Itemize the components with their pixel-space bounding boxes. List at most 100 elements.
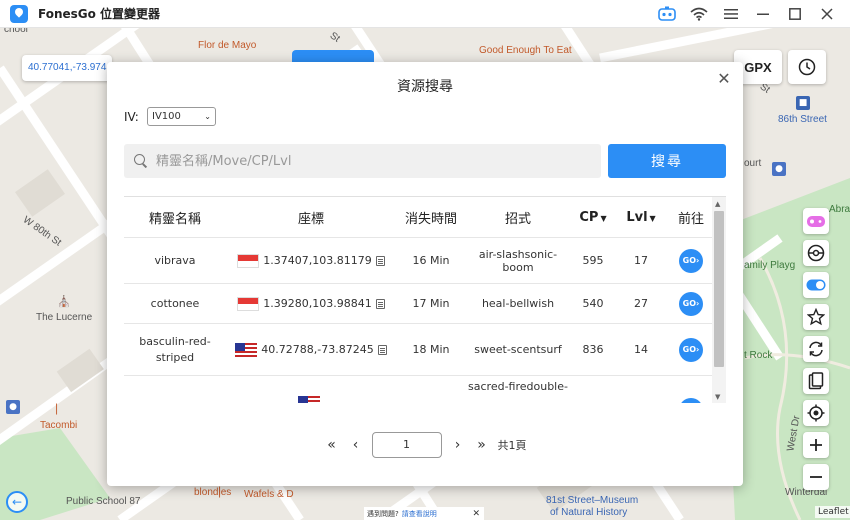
zoom-in-button[interactable]	[803, 432, 829, 458]
go-label: GO	[682, 299, 697, 308]
chevron-down-icon: ⌄	[204, 112, 211, 121]
col-header-cp[interactable]: CP ▼	[570, 210, 616, 225]
plus-icon	[810, 439, 822, 451]
go-button[interactable]: GO ›	[679, 337, 703, 362]
last-page-icon[interactable]: »	[474, 437, 490, 453]
map-label-flor-de-mayo: Flor de Mayo	[198, 40, 257, 51]
row-name: vibrava	[154, 254, 196, 267]
pokeball-button[interactable]	[803, 240, 829, 266]
map-label-museum-line1: 81st Street–Museum	[546, 495, 639, 506]
building-icon: ⛪	[57, 295, 71, 308]
back-button[interactable]: ←	[6, 491, 28, 513]
search-input[interactable]	[156, 153, 586, 169]
go-button[interactable]: GO ›	[679, 248, 703, 273]
go-label: GO	[682, 256, 697, 265]
scroll-up-icon[interactable]: ▲	[715, 200, 720, 208]
help-hint-link[interactable]: 請查看說明	[402, 509, 437, 519]
bike-station-icon: ●	[6, 400, 20, 414]
table-row: vibrava 1.37407,103.81179 16 Min air-sla…	[124, 237, 712, 283]
map-label-the-lucerne: The Lucerne	[36, 312, 93, 323]
map-label-family-play: amily Playg	[744, 260, 796, 271]
row-coord: 1.37407,103.81179	[263, 254, 372, 267]
scroll-down-icon[interactable]: ▼	[715, 393, 720, 401]
row-cp: 540	[582, 297, 604, 310]
row-name: basculin-red-striped	[139, 334, 211, 364]
restaurant-icon-2: ❘	[215, 485, 225, 498]
flag-us-icon	[235, 342, 258, 357]
col-header-cp-label: CP	[579, 209, 599, 225]
favorite-button[interactable]	[803, 304, 829, 330]
bike-station-icon-2: ●	[772, 162, 786, 176]
table-scrollbar[interactable]: ▲ ▼	[712, 197, 726, 403]
page-total: 共1頁	[497, 439, 527, 452]
leaflet-attribution[interactable]: Leaflet	[815, 506, 850, 518]
sort-down-icon: ▼	[649, 213, 656, 223]
row-move: sweet-scentsurf	[474, 343, 562, 356]
resource-search-dialog: 資源搜尋 ✕ IV: IV100 ⌄ 搜尋 精靈名稱 座標 消失時間 招式 CP…	[107, 62, 743, 486]
gamepad-icon[interactable]	[658, 5, 676, 23]
go-label: GO	[682, 345, 697, 354]
hint-close-icon[interactable]: ✕	[472, 509, 480, 519]
search-button[interactable]: 搜尋	[608, 144, 726, 178]
iv-label: IV:	[124, 110, 139, 124]
col-header-lvl[interactable]: Lvl ▼	[616, 210, 666, 225]
pagination: « ‹ 1 › » 共1頁	[107, 432, 743, 458]
row-lvl: 14	[634, 343, 648, 356]
page-input[interactable]: 1	[371, 432, 442, 458]
row-move: sacred-firedouble-	[468, 380, 568, 393]
sort-down-icon: ▼	[600, 213, 607, 223]
wifi-icon[interactable]	[690, 5, 708, 23]
restaurant-icon: ❘	[52, 402, 62, 415]
flag-sg-icon	[237, 253, 260, 268]
locate-button[interactable]	[803, 400, 829, 426]
refresh-button[interactable]	[803, 336, 829, 362]
menu-icon[interactable]	[722, 5, 740, 23]
toggle-icon	[806, 279, 826, 291]
row-time: 18 Min	[412, 343, 450, 356]
search-icon	[134, 154, 148, 168]
coordinate-input[interactable]: 40.77041,-73.974	[22, 55, 112, 81]
row-move: heal-bellwish	[481, 297, 555, 310]
joystick-button[interactable]	[803, 208, 829, 234]
zoom-out-button[interactable]	[803, 464, 829, 490]
dialog-close-icon[interactable]: ✕	[715, 70, 733, 88]
table-row: basculin-red-striped 40.72788,-73.87245 …	[124, 323, 712, 375]
col-header-go: 前往	[677, 211, 704, 227]
prev-page-icon[interactable]: ‹	[348, 437, 364, 453]
row-cp: 595	[582, 254, 604, 267]
col-header-lvl-label: Lvl	[626, 209, 648, 225]
iv-select[interactable]: IV100 ⌄	[147, 107, 216, 126]
maximize-icon[interactable]	[786, 5, 804, 23]
arrow-left-icon: ←	[11, 495, 23, 509]
copy-icon[interactable]	[375, 298, 385, 309]
map-label-rock: t Rock	[744, 350, 773, 361]
map-label-86th-street: 86th Street	[778, 114, 827, 125]
toggle-button[interactable]	[803, 272, 829, 298]
crosshair-icon	[807, 404, 825, 422]
search-box	[124, 144, 601, 178]
row-coord-cell	[226, 384, 396, 403]
row-move: air-slashsonic-boom	[478, 247, 558, 274]
refresh-icon	[809, 341, 823, 357]
close-icon[interactable]	[818, 5, 836, 23]
scroll-thumb[interactable]	[714, 211, 724, 367]
go-button[interactable]: GO ›	[679, 291, 703, 316]
go-button[interactable]	[679, 398, 703, 403]
row-time: 16 Min	[412, 254, 450, 267]
subway-icon: ■	[796, 96, 810, 110]
clipboard-button[interactable]	[803, 368, 829, 394]
copy-icon[interactable]	[375, 255, 385, 266]
map-label-wafels: Wafels & D	[244, 489, 294, 500]
next-page-icon[interactable]: ›	[450, 437, 466, 453]
history-button[interactable]	[788, 50, 826, 84]
app-logo-icon	[10, 4, 28, 23]
joystick-icon	[807, 216, 825, 227]
row-coord-cell: 40.72788,-73.87245	[226, 342, 396, 357]
first-page-icon[interactable]: «	[324, 437, 340, 453]
row-coord: 40.72788,-73.87245	[261, 343, 374, 356]
copy-icon[interactable]	[377, 344, 387, 355]
map-label-court: ourt	[744, 158, 762, 169]
pokeball-icon	[807, 244, 825, 262]
row-lvl: 27	[634, 297, 648, 310]
minimize-icon[interactable]	[754, 5, 772, 23]
